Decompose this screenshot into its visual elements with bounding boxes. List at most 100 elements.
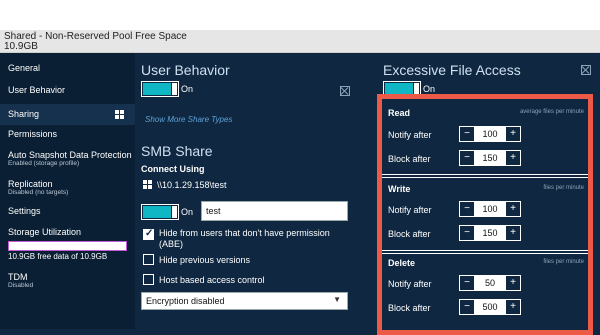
delete-group-title: Delete (388, 258, 416, 268)
sidebar-item-label: TDM (8, 272, 28, 282)
storage-usage-bar (8, 241, 127, 251)
sidebar-item-label: Replication (8, 179, 53, 189)
write-notify-label: Notify after (388, 205, 432, 215)
sidebar-item-label: Settings (8, 206, 41, 216)
increment-button[interactable]: + (506, 127, 520, 141)
write-group-hint: files per minute (543, 185, 584, 191)
divider (382, 174, 588, 175)
sidebar: General User Behavior Sharing Permission… (0, 53, 135, 329)
share-name-input[interactable]: test (201, 201, 348, 221)
storage-summary-text: 10.9GB free data of 10.9GB (8, 252, 108, 261)
read-group-hint: average files per minute (519, 109, 584, 115)
decrement-button[interactable]: − (460, 127, 474, 141)
sidebar-item-label: Auto Snapshot Data Protection (8, 150, 132, 160)
main-panel: User Behavior On Show More Share Types S… (135, 53, 365, 329)
decrement-button[interactable]: − (460, 202, 474, 216)
read-notify-stepper[interactable]: − 100 + (459, 126, 521, 142)
top-bar (0, 0, 600, 30)
user-behavior-toggle[interactable] (141, 81, 179, 97)
delete-notify-stepper[interactable]: − 50 + (459, 275, 521, 291)
increment-button[interactable]: + (506, 276, 520, 290)
header-subtitle: 10.9GB (4, 41, 38, 52)
increment-button[interactable]: + (506, 202, 520, 216)
thresholds-highlight-box: Read average files per minute Notify aft… (377, 94, 593, 335)
sidebar-item-status: Disabled (no targets) (8, 189, 69, 196)
read-notify-value[interactable]: 100 (474, 127, 506, 141)
abe-label: Hide from users that don't have permissi… (159, 228, 330, 238)
sidebar-item-label: Storage Utilization (8, 227, 82, 237)
sidebar-item-settings[interactable]: Settings (0, 206, 135, 222)
write-block-label: Block after (388, 229, 431, 239)
encryption-select[interactable]: Encryption disabled ▼ (141, 292, 348, 310)
efa-title: Excessive File Access (383, 62, 521, 78)
toggle-fill (143, 83, 171, 95)
user-behavior-toggle-label: On (181, 84, 194, 94)
smb-toggle-label: On (181, 207, 194, 217)
increment-button[interactable]: + (506, 226, 520, 240)
smb-toggle[interactable] (141, 204, 179, 220)
sidebar-item-sharing[interactable]: Sharing (0, 104, 135, 125)
increment-button[interactable]: + (506, 300, 520, 314)
write-notify-value[interactable]: 100 (474, 202, 506, 216)
windows-icon (115, 110, 125, 119)
sidebar-item-label: User Behavior (8, 85, 66, 95)
delete-notify-label: Notify after (388, 279, 432, 289)
smb-share-title: SMB Share (141, 143, 213, 159)
write-block-value[interactable]: 150 (474, 226, 506, 240)
divider (382, 177, 588, 178)
write-block-stepper[interactable]: − 150 + (459, 225, 521, 241)
sidebar-item-status: Enabled (storage profile) (8, 160, 80, 167)
divider (382, 250, 588, 251)
abe-checkbox[interactable] (143, 228, 154, 240)
decrement-button[interactable]: − (460, 276, 474, 290)
storage-summary: 10.9GB free data of 10.9GB (0, 252, 135, 264)
read-block-label: Block after (388, 154, 431, 164)
sidebar-item-label: Permissions (8, 129, 58, 139)
close-icon[interactable] (340, 86, 350, 96)
encryption-select-value: Encryption disabled (146, 296, 225, 306)
sidebar-item-permissions[interactable]: Permissions (0, 129, 135, 145)
sidebar-item-status: Disabled (8, 282, 34, 289)
host-access-control-label: Host based access control (159, 275, 265, 285)
increment-button[interactable]: + (506, 151, 520, 165)
excessive-file-access-panel: Excessive File Access On Read average fi… (365, 53, 600, 335)
read-group-title: Read (388, 108, 411, 118)
hide-previous-versions-label: Hide previous versions (159, 255, 251, 265)
efa-toggle-label: On (423, 84, 436, 94)
header: Shared - Non-Reserved Pool Free Space 10… (0, 30, 600, 53)
decrement-button[interactable]: − (460, 226, 474, 240)
toggle-knob (172, 83, 177, 95)
decrement-button[interactable]: − (460, 151, 474, 165)
user-behavior-title: User Behavior (141, 62, 230, 78)
write-group-title: Write (388, 184, 411, 194)
sidebar-item-label: General (8, 63, 41, 73)
delete-block-label: Block after (388, 303, 431, 313)
sidebar-item-general[interactable]: General (0, 63, 135, 79)
delete-block-value[interactable]: 500 (474, 300, 506, 314)
toggle-knob (172, 206, 177, 218)
read-block-stepper[interactable]: − 150 + (459, 150, 521, 166)
share-path: \\10.1.29.158\test (157, 180, 227, 190)
toggle-fill (143, 206, 171, 218)
sidebar-item-auto-snapshot[interactable]: Auto Snapshot Data Protection Enabled (s… (0, 150, 135, 174)
host-access-control-checkbox[interactable] (143, 274, 154, 285)
divider (382, 253, 588, 254)
show-more-share-types-link[interactable]: Show More Share Types (145, 115, 232, 124)
connect-using-heading: Connect Using (141, 164, 205, 174)
read-block-value[interactable]: 150 (474, 151, 506, 165)
sidebar-item-replication[interactable]: Replication Disabled (no targets) (0, 179, 135, 203)
abe-label-suffix: (ABE) (159, 239, 184, 249)
hide-previous-versions-checkbox[interactable] (143, 254, 154, 265)
sidebar-item-label: Sharing (8, 109, 40, 119)
delete-notify-value[interactable]: 50 (474, 276, 506, 290)
read-notify-label: Notify after (388, 130, 432, 140)
sidebar-item-user-behavior[interactable]: User Behavior (0, 85, 135, 101)
sidebar-item-tdm[interactable]: TDM Disabled (0, 272, 135, 296)
delete-block-stepper[interactable]: − 500 + (459, 299, 521, 315)
decrement-button[interactable]: − (460, 300, 474, 314)
delete-group-hint: files per minute (543, 259, 584, 265)
windows-icon (143, 180, 153, 189)
close-icon[interactable] (581, 65, 591, 75)
write-notify-stepper[interactable]: − 100 + (459, 201, 521, 217)
chevron-down-icon: ▼ (333, 295, 341, 304)
